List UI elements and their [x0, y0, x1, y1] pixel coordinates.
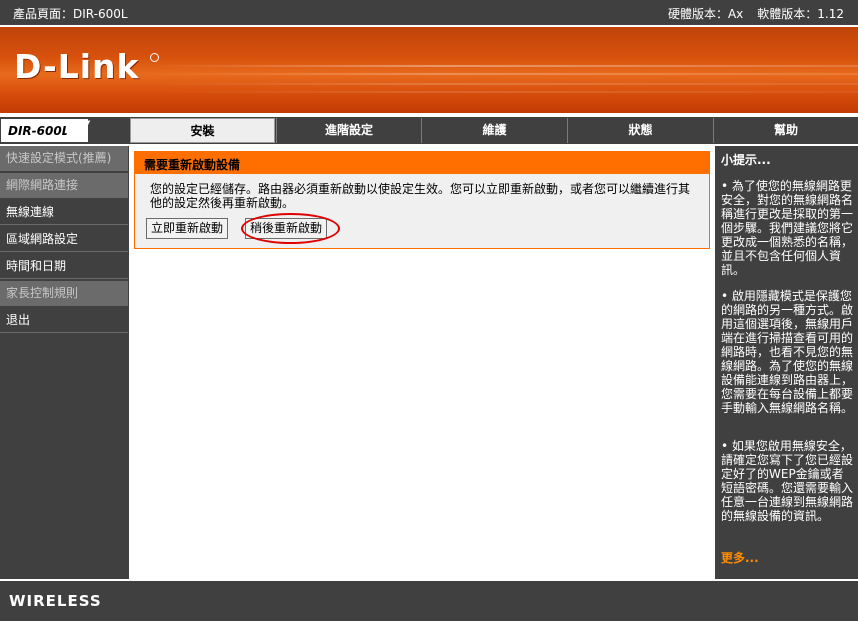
hints-panel: 小提示... • 為了使您的無線網路更安全，對您的無線網路名稱進行更改是採取的第…	[715, 146, 858, 579]
sidebar-item-logout[interactable]: 退出	[0, 308, 128, 333]
sidebar-item-wizard: 快速設定模式(推薦)	[0, 146, 128, 171]
slash-decoration: ///	[66, 118, 89, 143]
product-page-label: 產品頁面：DIR-600L	[13, 7, 128, 21]
main-nav: DIR-600L /// 安裝 進階設定 維護 狀態 幫助	[0, 117, 858, 144]
reboot-later-button[interactable]: 稍後重新啟動	[245, 218, 328, 239]
firmware-version: 軟體版本：1.12	[757, 7, 844, 21]
sidebar-item-internet: 網際網路連接	[0, 173, 128, 198]
tab-setup[interactable]: 安裝	[130, 118, 275, 143]
dlink-logo: D-Link	[14, 47, 140, 86]
hint-tip: • 為了使您的無線網路更安全，對您的無線網路名稱進行更改是採取的第一個步驟。我們…	[721, 179, 854, 277]
banner-streak	[150, 73, 858, 75]
tab-status[interactable]: 狀態	[567, 118, 713, 143]
sidebar-item-wireless[interactable]: 無線連線	[0, 200, 128, 225]
sidebar-item-lan[interactable]: 區域網路設定	[0, 227, 128, 252]
banner-streak	[150, 83, 858, 85]
main-content: 需要重新啟動設備 您的設定已經儲存。路由器必須重新啟動以使設定生效。您可以立即重…	[129, 146, 715, 579]
reboot-panel: 需要重新啟動設備 您的設定已經儲存。路由器必須重新啟動以使設定生效。您可以立即重…	[134, 151, 710, 249]
banner-streak	[150, 65, 858, 67]
hint-tip: • 啟用隱藏模式是保護您的網路的另一種方式。啟用這個選項後，無線用戶端在進行掃描…	[721, 289, 854, 415]
hints-title: 小提示...	[721, 153, 771, 167]
model-label: DIR-600L	[8, 124, 70, 138]
hint-tip: • 如果您啟用無線安全，請確定您寫下了您已經設定好了的WEP金鑰或者短語密碼。您…	[721, 439, 854, 523]
footer: WIRELESS	[0, 581, 858, 621]
tab-maintenance[interactable]: 維護	[421, 118, 567, 143]
sidebar-item-time[interactable]: 時間和日期	[0, 254, 128, 279]
panel-title: 需要重新啟動設備	[144, 158, 241, 172]
more-link[interactable]: 更多...	[721, 549, 759, 566]
reboot-message: 您的設定已經儲存。路由器必須重新啟動以使設定生效。您可以立即重新啟動，或者您可以…	[150, 182, 691, 210]
reboot-now-button[interactable]: 立即重新啟動	[146, 218, 229, 239]
hardware-version: 硬體版本：Ax	[667, 7, 744, 21]
sidebar-item-parental: 家長控制規則	[0, 281, 128, 306]
wireless-label: WIRELESS	[9, 592, 102, 610]
sidebar: 快速設定模式(推薦) 網際網路連接 無線連線 區域網路設定 時間和日期 家長控制…	[0, 146, 129, 579]
version-info: 硬體版本：Ax 軟體版本：1.12	[668, 5, 844, 22]
top-info-bar: 產品頁面：DIR-600L 硬體版本：Ax 軟體版本：1.12	[0, 0, 858, 25]
brand-banner: D-Link	[0, 27, 858, 113]
tab-help[interactable]: 幫助	[713, 118, 858, 143]
tab-advanced[interactable]: 進階設定	[276, 118, 421, 143]
banner-streak	[150, 91, 858, 93]
panel-header: 需要重新啟動設備	[135, 152, 709, 174]
registered-mark	[150, 53, 159, 62]
